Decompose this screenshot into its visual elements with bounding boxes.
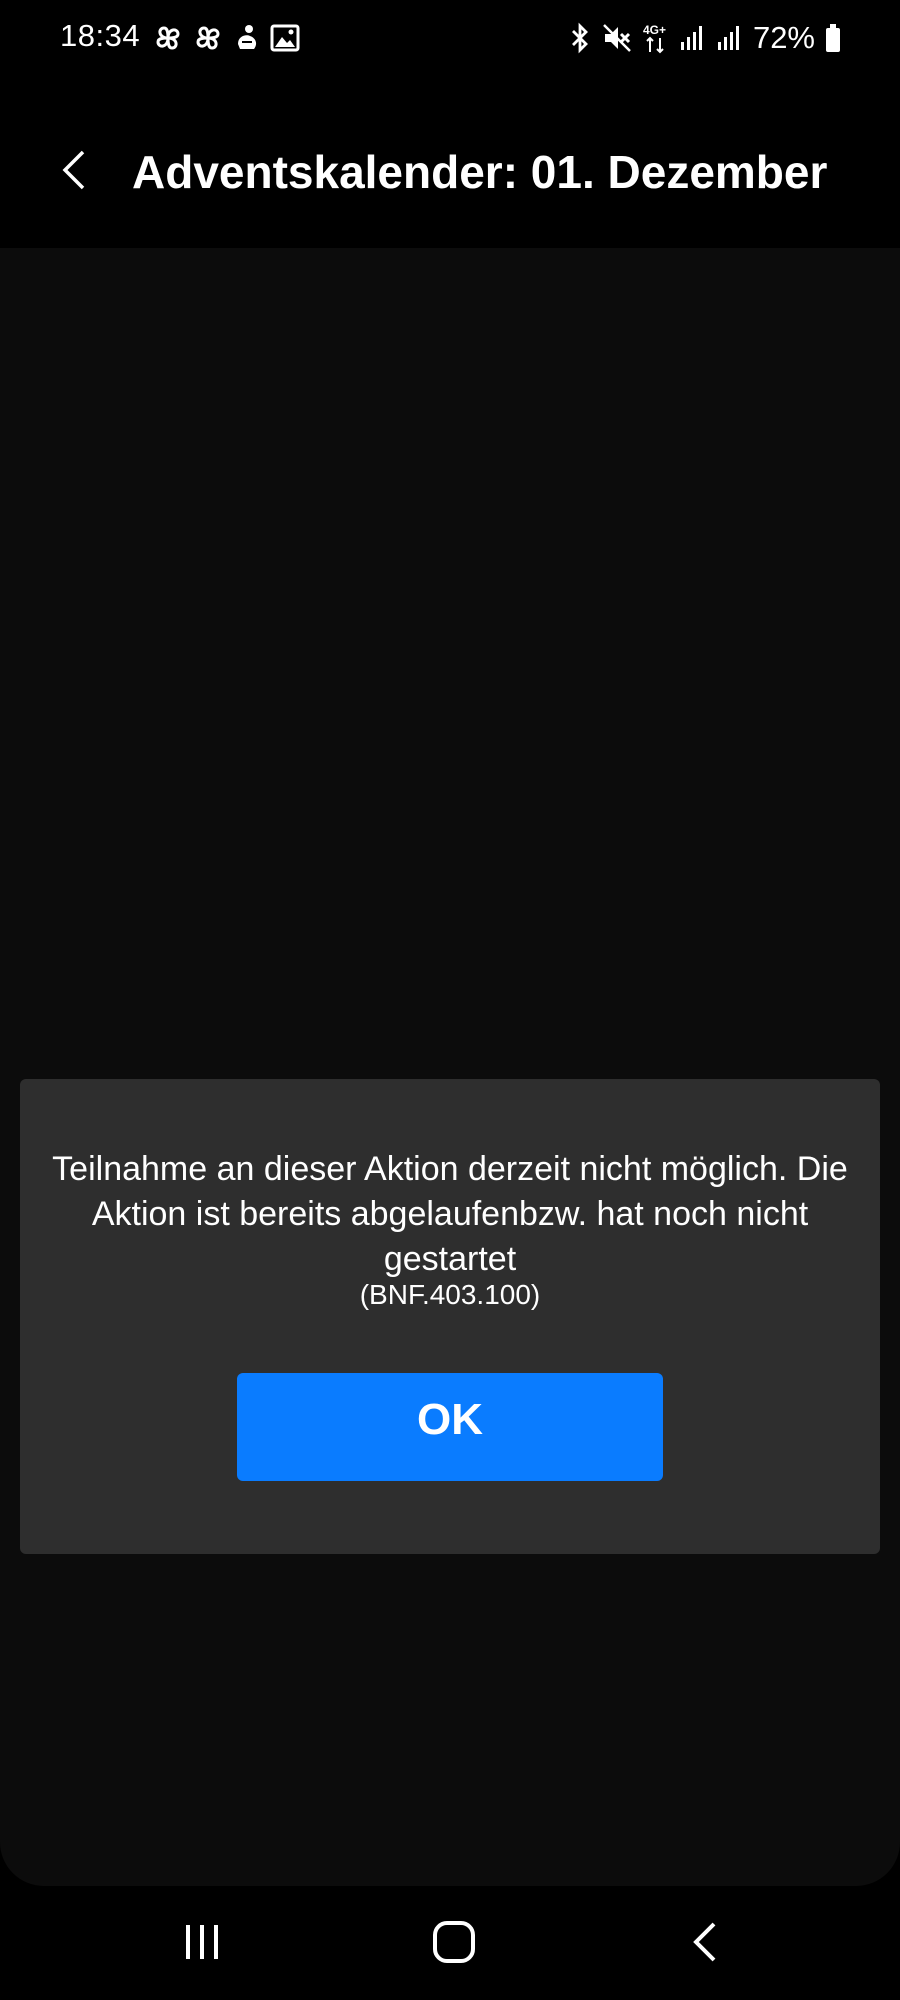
status-time: 18:34 xyxy=(60,18,141,53)
dialog-message: Teilnahme an dieser Aktion derzeit nicht… xyxy=(52,1150,848,1278)
pinwheel-icon xyxy=(192,22,224,54)
ok-button[interactable]: OK xyxy=(237,1373,663,1481)
status-system-icons: 4G+ 72% xyxy=(568,18,842,58)
home-button[interactable] xyxy=(409,1906,499,1978)
ok-button-label: OK xyxy=(417,1395,483,1444)
recent-apps-button[interactable] xyxy=(157,1906,247,1978)
signal-icon xyxy=(716,22,744,54)
signal-icon xyxy=(679,22,707,54)
back-icon xyxy=(690,1920,720,1964)
4g-plus-icon: 4G+ xyxy=(642,22,670,54)
pinwheel-icon xyxy=(152,22,184,54)
app-bar: Adventskalender: 01. Dezember xyxy=(0,76,900,248)
home-icon xyxy=(432,1920,476,1964)
gallery-icon xyxy=(270,23,300,53)
battery-icon xyxy=(824,23,842,53)
dialog-error-code: (BNF.403.100) xyxy=(359,1279,541,1310)
back-button[interactable] xyxy=(44,140,104,200)
battery-percent: 72% xyxy=(752,20,815,55)
system-back-button[interactable] xyxy=(660,1906,750,1978)
content-area: Teilnahme an dieser Aktion derzeit nicht… xyxy=(0,248,900,1886)
recent-apps-icon xyxy=(182,1922,222,1962)
svg-text:4G+: 4G+ xyxy=(643,23,666,37)
status-notification-icons xyxy=(152,22,300,54)
mute-icon xyxy=(601,22,633,54)
page-title: Adventskalender: 01. Dezember xyxy=(132,146,828,198)
status-bar: 18:34 4G+ 72% xyxy=(0,0,900,76)
app-notification-icon xyxy=(232,22,262,54)
error-dialog: Teilnahme an dieser Aktion derzeit nicht… xyxy=(20,1079,880,1554)
chevron-left-icon xyxy=(59,148,89,192)
bluetooth-icon xyxy=(568,22,592,54)
navigation-bar xyxy=(0,1886,900,2000)
